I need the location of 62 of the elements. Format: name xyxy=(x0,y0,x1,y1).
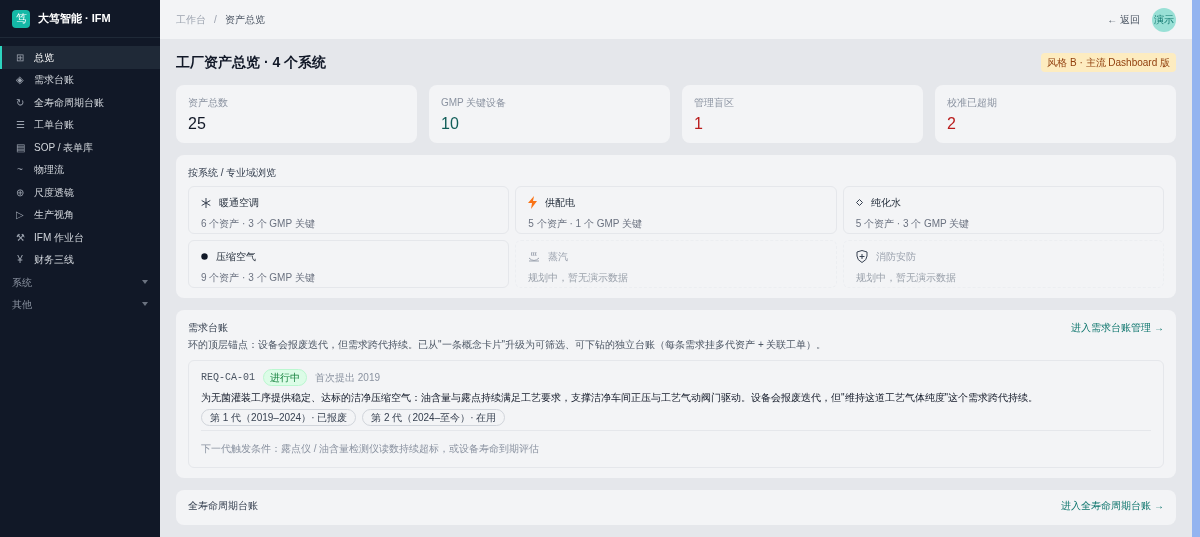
diamond-icon xyxy=(855,199,863,206)
system-detail: 5 个资产 · 3 个 GMP 关键 xyxy=(855,217,971,231)
section-link[interactable]: 进入全寿命周期台账 → xyxy=(1061,498,1164,513)
nav-group[interactable]: 系统 xyxy=(0,271,160,293)
section-link[interactable]: 进入需求台账管理 → xyxy=(1071,320,1164,335)
back-link[interactable]: ← 返回 xyxy=(1107,12,1140,27)
nav-item[interactable]: ¥ 财务三线 xyxy=(0,248,160,271)
system-card[interactable]: 供配电 5 个资产 · 1 个 GMP 关键 xyxy=(515,186,837,234)
shield-icon xyxy=(855,250,868,263)
system-card[interactable]: 暖通空调 6 个资产 · 3 个 GMP 关键 xyxy=(188,186,510,234)
nav-item[interactable]: ~ 物理流 xyxy=(0,158,160,181)
nav-item[interactable]: ▷ 生产视角 xyxy=(0,203,160,226)
nav-group[interactable]: 其他 xyxy=(0,293,160,315)
steam-icon xyxy=(528,250,541,263)
user-avatar[interactable]: 演示 xyxy=(1152,7,1176,32)
system-detail: 6 个资产 · 3 个 GMP 关键 xyxy=(201,217,316,231)
stat-label: GMP 关键设备 xyxy=(441,96,508,110)
lightning-icon xyxy=(528,196,538,209)
system-name: 供配电 xyxy=(545,196,576,210)
section-subtitle: 环的顶层锚点：设备会报废迭代，但需求跨代持续。已从"一条概念卡片"升级为可筛选、可下钻的独立台账（每条需求挂多代资产 + 关联工单）。 xyxy=(188,338,828,352)
requirement-id: REQ-CA-01 xyxy=(201,371,255,385)
trigger-text: 下一代触发条件：露点仪 / 油含量检测仪读数持续超标，或设备寿命到期评估 xyxy=(201,443,540,454)
section-title: 按系统 / 专业域浏览 xyxy=(188,166,278,180)
system-detail: 9 个资产 · 3 个 GMP 关键 xyxy=(201,271,316,285)
stat-label: 资产总数 xyxy=(188,96,229,110)
system-name: 蒸汽 xyxy=(548,250,569,264)
breadcrumb-current: 资产总览 xyxy=(224,13,265,27)
stat-label: 管理盲区 xyxy=(694,96,735,110)
since-text: 首次提出 2019 xyxy=(315,371,381,385)
section-title: 全寿命周期台账 xyxy=(188,499,258,513)
system-detail: 规划中，暂无演示数据 xyxy=(528,271,630,285)
system-card[interactable]: 纯化水 5 个资产 · 3 个 GMP 关键 xyxy=(842,186,1164,234)
requirement-text: 为无菌灌装工序提供稳定、达标的洁净压缩空气：油含量与露点持续满足工艺要求，支撑洁净车间正压与工艺气动阀门驱动。设备会报废迭代，但"维持这道工艺气体纯度"这个需求跨代持续。 xyxy=(201,391,1040,405)
system-detail: 5 个资产 · 1 个 GMP 关键 xyxy=(528,217,644,231)
breadcrumb-separator: / xyxy=(214,13,217,27)
stat-value: 2 xyxy=(947,114,957,134)
stat-value: 1 xyxy=(694,114,704,134)
dot-icon xyxy=(201,253,208,260)
system-card[interactable]: 压缩空气 9 个资产 · 3 个 GMP 关键 xyxy=(188,240,510,288)
nav-item[interactable]: ⊕ 尺度透镜 xyxy=(0,181,160,204)
nav-item[interactable]: ☰ 工单台账 xyxy=(0,113,160,136)
snowflake-icon xyxy=(201,197,211,208)
section-title: 需求台账 xyxy=(188,321,228,335)
nav-item[interactable]: ◈ 需求台账 xyxy=(0,68,160,91)
stat-value: 25 xyxy=(188,114,207,134)
nav-item[interactable]: ⚒ IFM 作业台 xyxy=(0,226,160,249)
style-badge: 风格 B · 主流 Dashboard 版 xyxy=(1041,53,1176,72)
status-badge: 进行中 xyxy=(263,369,307,386)
system-name: 压缩空气 xyxy=(216,250,256,264)
system-name: 暖通空调 xyxy=(219,196,259,210)
system-detail: 规划中，暂无演示数据 xyxy=(855,271,957,285)
page-title: 工厂资产总览 · 4 个系统 xyxy=(176,53,327,72)
nav-item[interactable]: ↻ 全寿命周期台账 xyxy=(0,91,160,114)
nav-item[interactable]: ▤ SOP / 表单库 xyxy=(0,136,160,159)
system-name: 消防安防 xyxy=(875,250,916,264)
stat-value: 10 xyxy=(441,114,460,134)
nav-item[interactable]: ⊞ 总览 xyxy=(0,46,160,69)
stat-label: 校准已超期 xyxy=(947,96,998,110)
requirement-card[interactable]: REQ-CA-01 进行中 首次提出 2019 为无菌灌装工序提供稳定、达标的洁净压缩空气：油含量与露点持续满足工艺要求，支撑洁净车间正压与工艺气动阀门驱动。设备会报废迭代，但"维持这道工艺气体纯度"这个需求跨代持续。 第 1 代（2019–2024）· 已报废 第 2 代（2024–至今）· 在用 下一代触发条件：露点仪 / 油含量检测仪读数持续超标，或设备寿命到期评估 xyxy=(188,360,1164,468)
system-name: 纯化水 xyxy=(870,196,901,210)
brand-name: 大笃智能 · IFM xyxy=(38,11,111,27)
brand-logo: 笃 xyxy=(12,9,30,28)
